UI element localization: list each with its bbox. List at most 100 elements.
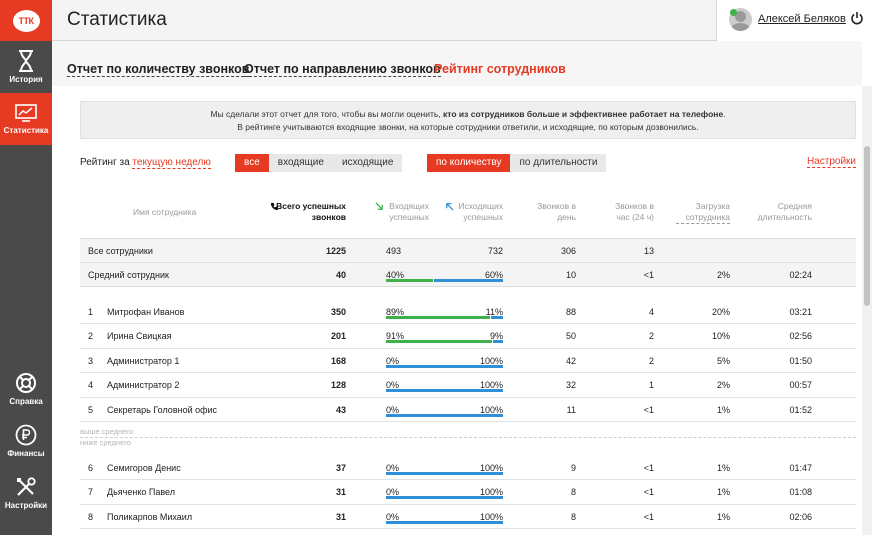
arrow-down-right-icon: [375, 202, 383, 210]
settings-link[interactable]: Настройки: [806, 156, 856, 168]
cell-per-day: 9: [570, 462, 576, 473]
cell-per-hour: <1: [643, 404, 654, 415]
cell-total: 37: [335, 462, 346, 473]
tab-employee-rating[interactable]: Рейтинг сотрудников: [434, 62, 566, 76]
outgoing-share-bar: [493, 340, 503, 344]
outgoing-share-bar: [386, 496, 503, 500]
col-load[interactable]: Загрузка сотрудника: [676, 201, 730, 224]
power-icon[interactable]: [850, 11, 864, 25]
table-row[interactable]: 4 Администратор 2 128 0% 100% 32 1 2% 00:57: [80, 373, 856, 398]
cell-num: 2: [88, 331, 94, 342]
top-header: ТТК Статистика Алексей Беляков: [0, 0, 872, 41]
filter-all-button[interactable]: все: [235, 154, 269, 172]
cell-load: 2%: [716, 270, 730, 281]
table-row[interactable]: Средний сотрудник 40 40% 60% 10 <1 2% 02:24: [80, 263, 856, 287]
cell-per-hour: <1: [643, 462, 654, 473]
table-row[interactable]: 3 Администратор 1 168 0% 100% 42 2 5% 01:50: [80, 349, 856, 374]
cell-avg: 02:06: [789, 511, 812, 522]
cell-load: 20%: [711, 307, 730, 317]
filter-outgoing-button[interactable]: исходящие: [332, 154, 403, 172]
sidebar-item-label: Справка: [9, 397, 43, 406]
sidebar-item-settings[interactable]: Настройки: [0, 467, 52, 519]
cell-avg: 01:47: [789, 462, 812, 473]
cell-incoming: 493: [386, 246, 402, 256]
cell-name: Администратор 1: [107, 355, 180, 366]
below-average-label: ниже среднего: [80, 437, 131, 447]
col-avg-duration[interactable]: Средняя длительность: [752, 201, 812, 223]
info-banner: Мы сделали этот отчет для того, чтобы вы…: [80, 101, 856, 139]
outgoing-share-bar: [434, 279, 503, 283]
cell-name: Ирина Свицкая: [107, 331, 172, 342]
cell-total: 43: [335, 404, 346, 415]
logo[interactable]: ТТК: [0, 0, 52, 41]
tab-calls-direction[interactable]: Отчет по направлению звонков: [244, 62, 441, 77]
cell-per-day: 10: [565, 270, 576, 281]
cell-num: 6: [88, 462, 94, 473]
cell-avg: 03:21: [789, 307, 812, 317]
average-divider: выше среднего ниже среднего: [80, 422, 856, 456]
cell-total: 31: [335, 511, 346, 522]
phone-icon: [270, 202, 279, 211]
cell-load: 1%: [716, 404, 730, 415]
cell-num: 3: [88, 355, 94, 366]
cell-avg: 02:56: [789, 331, 812, 342]
cell-avg: 01:08: [789, 487, 812, 498]
tab-calls-count[interactable]: Отчет по количеству звонков: [67, 62, 250, 77]
col-outgoing[interactable]: Исходящих успешных: [446, 201, 503, 223]
user-name-link[interactable]: Алексей Беляков: [758, 13, 846, 25]
scrollbar[interactable]: [862, 86, 872, 535]
cell-load: 2%: [716, 380, 730, 391]
cell-num: 8: [88, 511, 94, 522]
table-row[interactable]: 5 Секретарь Головной офис 43 0% 100% 11 <1 1% 01…: [80, 398, 856, 422]
cell-num: 5: [88, 404, 94, 415]
tools-icon: [17, 477, 36, 496]
cell-num: 7: [88, 487, 94, 498]
outgoing-share-bar: [386, 413, 503, 417]
table-row[interactable]: 2 Ирина Свицкая 201 91% 9% 50 2 10% 02:56: [80, 324, 856, 349]
cell-name: Митрофан Иванов: [107, 307, 185, 317]
col-name[interactable]: Имя сотрудника: [133, 207, 243, 218]
cell-name: Поликарпов Михаил: [107, 511, 193, 522]
col-total[interactable]: Всего успешных звонков: [270, 201, 346, 223]
cell-per-hour: <1: [643, 511, 654, 522]
table-row[interactable]: 1 Митрофан Иванов 350 89% 11% 88 4 20% 03:21: [80, 300, 856, 325]
sort-by-count-button[interactable]: по количеству: [427, 154, 511, 172]
cell-avg: 00:57: [789, 380, 812, 391]
sidebar: История Статистика Справка Финансы Настр…: [0, 41, 52, 535]
col-incoming[interactable]: Входящих успешных: [375, 201, 429, 223]
cell-load: 1%: [716, 511, 730, 522]
table-row[interactable]: 6 Семигоров Денис 37 0% 100% 9 <1 1% 01:47: [80, 456, 856, 481]
sidebar-item-finance[interactable]: Финансы: [0, 415, 52, 467]
above-average-label: выше среднего: [80, 426, 134, 436]
table-row[interactable]: 7 Дьяченко Павел 31 0% 100% 8 <1 1% 01:08: [80, 480, 856, 505]
cell-per-day: 88: [565, 307, 576, 317]
scrollbar-thumb[interactable]: [864, 146, 870, 306]
cell-name: Семигоров Денис: [107, 462, 181, 473]
incoming-share-bar: [386, 340, 492, 344]
cell-name: Секретарь Головной офис: [107, 404, 218, 415]
col-per-day[interactable]: Звонков в день: [536, 201, 576, 223]
sidebar-item-help[interactable]: Справка: [0, 363, 52, 415]
cell-per-hour: <1: [643, 487, 654, 498]
period-link[interactable]: текущую неделю: [132, 157, 211, 169]
cell-total: 168: [330, 355, 346, 366]
cell-total: 201: [330, 331, 346, 342]
cell-load: 5%: [716, 355, 730, 366]
table-row[interactable]: 8 Поликарпов Михаил 31 0% 100% 8 <1 1% 02:06: [80, 505, 856, 530]
sidebar-item-history[interactable]: История: [0, 41, 52, 93]
cell-name: Средний сотрудник: [88, 270, 169, 281]
filter-incoming-button[interactable]: входящие: [268, 154, 333, 172]
outgoing-share-bar: [386, 364, 503, 368]
col-per-hour[interactable]: Звонков в час (24 ч): [604, 201, 654, 223]
sidebar-item-label: Статистика: [3, 126, 49, 135]
sort-by-duration-button[interactable]: по длительности: [510, 154, 607, 172]
cell-avg: 02:24: [789, 270, 812, 281]
sidebar-item-statistics[interactable]: Статистика: [0, 93, 52, 145]
table-row[interactable]: Все сотрудники 1225 493 732 306 13: [80, 239, 856, 264]
cell-avg: 01:52: [789, 404, 812, 415]
cell-per-day: 8: [570, 487, 576, 498]
incoming-share-bar: [386, 316, 490, 319]
cell-per-day: 50: [565, 331, 576, 342]
cell-name: Все сотрудники: [88, 246, 153, 256]
user-menu[interactable]: Алексей Беляков: [716, 0, 872, 41]
